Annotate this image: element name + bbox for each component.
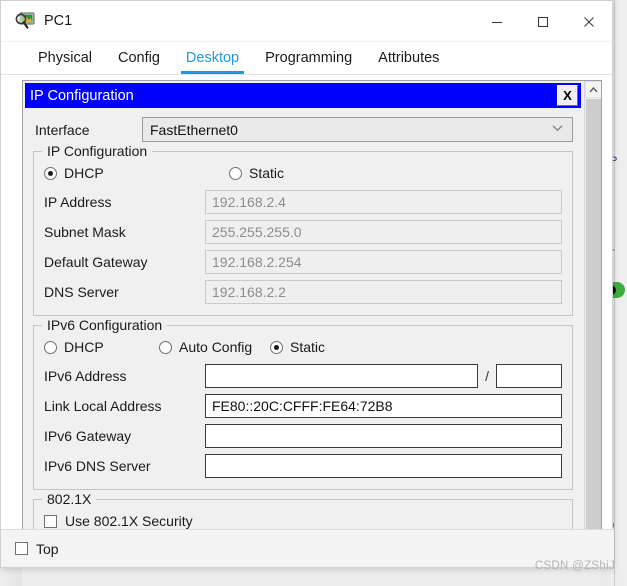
interface-label: Interface (35, 121, 90, 138)
link-local-address-input[interactable]: FE80::20C:CFFF:FE64:72B8 (205, 394, 562, 418)
pc1-window: PC1 Physical Config Desktop Programming … (0, 0, 614, 568)
close-button[interactable] (566, 1, 612, 42)
default-gateway-row: Default Gateway 192.168.2.254 (44, 250, 562, 274)
tab-programming[interactable]: Programming (252, 50, 365, 74)
desktop-panel: IP Configuration X Interface FastEtherne… (22, 80, 602, 564)
dot1x-checkbox[interactable] (44, 514, 57, 528)
radio-ipv6-static-label: Static (290, 339, 326, 355)
radio-ipv4-static-label: Static (249, 165, 285, 181)
window-titlebar[interactable]: PC1 (1, 1, 612, 42)
ipv6-address-label: IPv6 Address (44, 368, 127, 384)
interface-select[interactable]: FastEthernet0 (142, 117, 573, 142)
ipv6-group-title: IPv6 Configuration (42, 317, 168, 333)
dns-server-label: DNS Server (44, 284, 119, 300)
minimize-button[interactable] (474, 1, 520, 42)
window-bottombar: Top (1, 529, 614, 567)
interface-value: FastEthernet0 (150, 121, 238, 138)
ipv6-prefix-input[interactable] (496, 364, 562, 388)
default-gateway-input[interactable]: 192.168.2.254 (205, 250, 562, 274)
tab-config[interactable]: Config (105, 50, 173, 74)
ip-address-row: IP Address 192.168.2.4 (44, 190, 562, 214)
radio-ipv6-autoconfig-label: Auto Config (179, 339, 253, 355)
radio-ipv4-dhcp[interactable]: DHCP (44, 165, 229, 181)
ipv6-address-row: IPv6 Address / (44, 364, 562, 388)
radio-ipv6-dhcp-indicator (44, 340, 57, 354)
subnet-mask-label: Subnet Mask (44, 224, 126, 240)
ip-address-input[interactable]: 192.168.2.4 (205, 190, 562, 214)
scrollbar-thumb[interactable] (586, 99, 601, 543)
chevron-down-icon (552, 122, 563, 134)
screen-root: 24 F Cl F 0 2 P T S 0 c (0, 0, 627, 586)
dot1x-checkbox-row[interactable]: Use 802.1X Security (44, 513, 562, 529)
scroll-viewport: IP Configuration X Interface FastEtherne… (23, 81, 586, 563)
interface-row: Interface FastEthernet0 (33, 117, 573, 142)
default-gateway-label: Default Gateway (44, 254, 148, 270)
ipv4-group-title: IP Configuration (42, 143, 153, 159)
tab-physical[interactable]: Physical (25, 50, 105, 74)
tab-desktop[interactable]: Desktop (173, 50, 252, 74)
radio-ipv6-dhcp-label: DHCP (64, 339, 104, 355)
top-checkbox[interactable] (15, 542, 28, 555)
radio-ipv6-autoconfig[interactable]: Auto Config (159, 339, 270, 355)
link-local-address-label: Link Local Address (44, 398, 162, 414)
radio-ipv4-static[interactable]: Static (229, 165, 284, 181)
ipv4-group: IP Configuration DHCP Static IP Address … (33, 143, 573, 316)
subnet-mask-row: Subnet Mask 255.255.255.0 (44, 220, 562, 244)
radio-ipv6-autoconfig-indicator (159, 340, 172, 354)
window-controls (474, 1, 612, 42)
ipv6-gateway-label: IPv6 Gateway (44, 428, 132, 444)
dot1x-checkbox-label: Use 802.1X Security (65, 513, 193, 529)
ipv6-dns-server-row: IPv6 DNS Server (44, 454, 562, 478)
ipv6-group: IPv6 Configuration DHCP Auto Config Stat… (33, 317, 573, 490)
ip-config-titlebar[interactable]: IP Configuration X (25, 83, 581, 108)
radio-ipv6-static-indicator (270, 340, 283, 354)
ip-configuration-window: IP Configuration X Interface FastEtherne… (25, 83, 581, 551)
maximize-button[interactable] (520, 1, 566, 42)
ipv6-gateway-input[interactable] (205, 424, 562, 448)
radio-ipv6-static[interactable]: Static (270, 339, 325, 355)
radio-ipv6-dhcp[interactable]: DHCP (44, 339, 159, 355)
ip-config-title: IP Configuration (30, 87, 134, 104)
top-checkbox-label: Top (36, 540, 59, 557)
dns-server-row: DNS Server 192.168.2.2 (44, 280, 562, 304)
ip-config-body: Interface FastEthernet0 IP Configuration… (25, 108, 581, 551)
ipv6-prefix-separator: / (485, 368, 489, 384)
vertical-scrollbar[interactable] (584, 81, 601, 563)
radio-ipv4-dhcp-label: DHCP (64, 165, 104, 181)
ip-address-label: IP Address (44, 194, 112, 210)
window-title: PC1 (44, 13, 73, 29)
scroll-up-button[interactable] (585, 81, 601, 98)
tabbar: Physical Config Desktop Programming Attr… (1, 42, 612, 75)
ipv6-address-input[interactable] (205, 364, 479, 388)
dot1x-group-title: 802.1X (42, 491, 97, 507)
ipv4-mode-row: DHCP Static (44, 165, 562, 181)
ipv6-dns-server-input[interactable] (205, 454, 562, 478)
subnet-mask-input[interactable]: 255.255.255.0 (205, 220, 562, 244)
ipv6-gateway-row: IPv6 Gateway (44, 424, 562, 448)
pc-magnifier-icon (15, 12, 35, 30)
ip-config-close-button[interactable]: X (557, 85, 578, 106)
ipv6-mode-row: DHCP Auto Config Static (44, 339, 562, 355)
radio-ipv4-dhcp-indicator (44, 166, 57, 180)
radio-ipv4-static-indicator (229, 166, 242, 180)
watermark: CSDN @ZShiJ (534, 560, 615, 572)
ipv6-dns-server-label: IPv6 DNS Server (44, 458, 151, 474)
tab-attributes[interactable]: Attributes (365, 50, 452, 74)
link-local-address-row: Link Local Address FE80::20C:CFFF:FE64:7… (44, 394, 562, 418)
dns-server-input[interactable]: 192.168.2.2 (205, 280, 562, 304)
